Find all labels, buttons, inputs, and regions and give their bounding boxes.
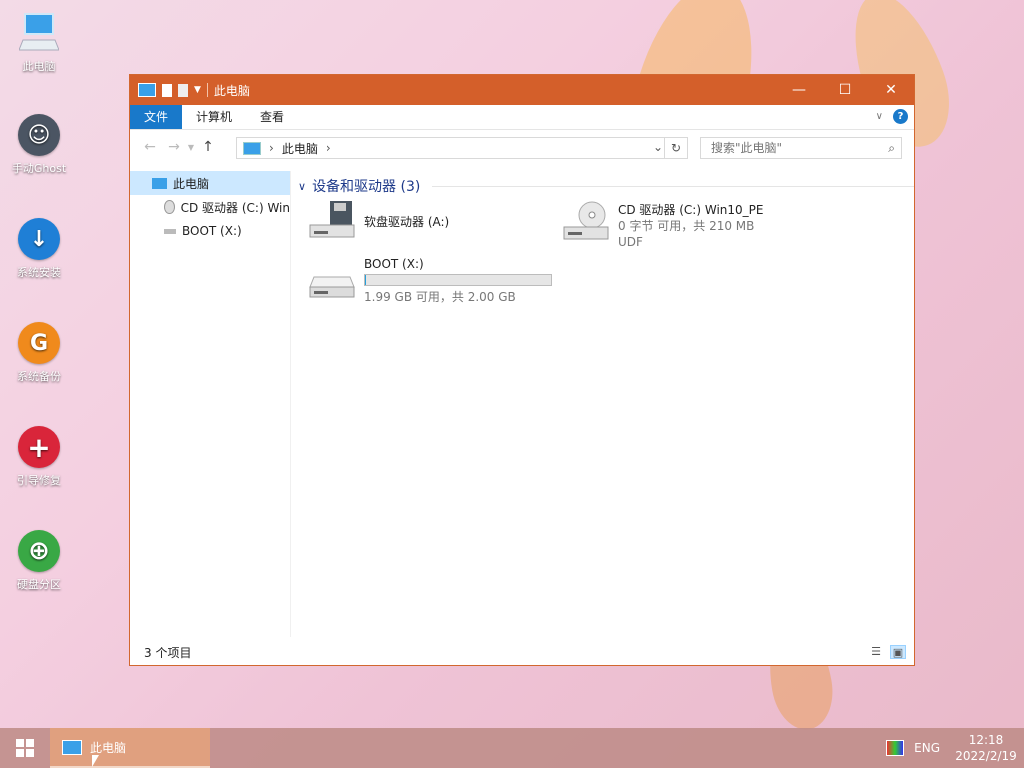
system-tray: ENG 12:18 2022/2/19 [886, 728, 1024, 768]
refresh-button[interactable]: ↻ [664, 138, 687, 158]
group-title: 设备和驱动器 (3) [312, 179, 421, 195]
help-icon[interactable]: ? [893, 109, 908, 124]
recent-locations-button[interactable]: ▼ [186, 143, 196, 152]
explorer-window: ▼ 此电脑 — ☐ ✕ 文件 计算机 查看 ∨ ? ← → ▼ ↑ › 此电脑 … [129, 74, 915, 666]
mouse-cursor-icon [92, 755, 99, 767]
close-button[interactable]: ✕ [868, 75, 914, 105]
windows-logo-icon [16, 739, 34, 757]
tab-computer[interactable]: 计算机 [182, 105, 246, 129]
maximize-button[interactable]: ☐ [822, 75, 868, 105]
cd-drive-icon [164, 200, 175, 214]
desktop-icon-system-backup[interactable]: G 系统备份 [6, 322, 72, 384]
drive-free-space: 1.99 GB 可用，共 2.00 GB [364, 290, 516, 304]
drive-free-space: 0 字节 可用，共 210 MB [618, 219, 755, 233]
desktop-icon-partition[interactable]: ⊕ 硬盘分区 [6, 530, 72, 592]
display-icon[interactable] [886, 740, 905, 756]
breadcrumb-separator-icon[interactable]: › [326, 141, 331, 155]
drive-floppy[interactable]: 软盘驱动器 (A:) [308, 201, 449, 244]
address-bar[interactable]: › 此电脑 › ⌄ ↻ [236, 137, 688, 159]
content-pane: ∨ 设备和驱动器 (3) 软盘驱动器 (A:) CD 驱动器 (C:) Win1… [296, 171, 914, 637]
search-box[interactable]: ⌕ [700, 137, 902, 159]
drive-name: CD 驱动器 (C:) Win10_PE [618, 203, 764, 217]
language-indicator[interactable]: ENG [914, 741, 940, 755]
desktop-icon-system-install[interactable]: ↓ 系统安装 [6, 218, 72, 280]
address-dropdown-icon[interactable]: ⌄ [653, 140, 663, 154]
desktop-icon-ghost[interactable]: ☺ 手动Ghost [6, 114, 72, 176]
nav-item-boot-drive[interactable]: BOOT (X:) [130, 219, 290, 243]
desktop-icon-label: 硬盘分区 [17, 578, 61, 591]
navigation-pane: 此电脑 CD 驱动器 (C:) Win BOOT (X:) [130, 171, 291, 637]
window-controls: — ☐ ✕ [776, 75, 914, 105]
clock-time: 12:18 [968, 733, 1004, 747]
nav-item-cd-drive[interactable]: CD 驱动器 (C:) Win [130, 195, 290, 219]
up-button[interactable]: ↑ [196, 139, 220, 155]
tab-file[interactable]: 文件 [130, 105, 183, 129]
tab-view[interactable]: 查看 [246, 105, 298, 129]
chevron-down-icon: ∨ [298, 179, 307, 193]
desktop-icon-label: 系统备份 [17, 370, 61, 383]
address-row: ← → ▼ ↑ › 此电脑 › ⌄ ↻ ⌕ [130, 130, 914, 164]
clock-date: 2022/2/19 [955, 749, 1017, 763]
clock[interactable]: 12:18 2022/2/19 [948, 732, 1024, 764]
cd-drive-icon [562, 201, 610, 250]
computer-icon [243, 141, 261, 155]
desktop-icon-label: 此电脑 [22, 60, 56, 73]
floppy-drive-icon [308, 201, 356, 244]
separator-icon [206, 83, 208, 97]
chevron-down-icon[interactable]: ▼ [194, 85, 201, 95]
properties-icon[interactable] [162, 83, 172, 97]
desktop-icon-label: 引导修复 [17, 474, 61, 487]
hard-drive-icon [164, 228, 176, 234]
window-title: 此电脑 [213, 83, 250, 98]
computer-icon [62, 739, 82, 755]
large-icons-view-icon[interactable]: ▣ [890, 645, 906, 659]
computer-icon [152, 177, 167, 189]
back-button[interactable]: ← [138, 139, 162, 155]
details-view-icon[interactable]: ☰ [868, 645, 884, 659]
drive-boot[interactable]: BOOT (X:) 1.99 GB 可用，共 2.00 GB [308, 257, 552, 305]
ghost-icon: ☺ [18, 114, 60, 156]
new-folder-icon[interactable] [178, 83, 188, 97]
download-arrow-icon: ↓ [18, 218, 60, 260]
forward-button[interactable]: → [162, 139, 186, 155]
plus-icon: + [18, 426, 60, 468]
nav-item-label: 此电脑 [173, 176, 210, 191]
breadcrumb-separator-icon[interactable]: › [269, 141, 274, 155]
desktop-icon-this-pc[interactable]: 此电脑 [6, 10, 72, 74]
search-input[interactable] [709, 140, 883, 156]
drive-usage-bar [364, 274, 552, 286]
title-bar[interactable]: ▼ 此电脑 — ☐ ✕ [130, 75, 914, 105]
drive-usage-fill [365, 275, 366, 285]
computer-icon [18, 10, 60, 54]
desktop-icon-label: 系统安装 [17, 266, 61, 279]
hard-drive-icon [308, 257, 356, 305]
taskbar-app-label: 此电脑 [90, 740, 127, 755]
drive-cd[interactable]: CD 驱动器 (C:) Win10_PE 0 字节 可用，共 210 MB UD… [562, 201, 763, 250]
quick-access-toolbar: ▼ [130, 83, 208, 97]
partition-icon: ⊕ [18, 530, 60, 572]
g-letter-icon: G [18, 322, 60, 364]
status-bar: 3 个项目 ☰ ▣ [130, 639, 914, 665]
nav-item-label: BOOT (X:) [182, 224, 242, 238]
expand-ribbon-icon[interactable]: ∨ [876, 111, 883, 122]
drive-name: 软盘驱动器 (A:) [364, 215, 450, 229]
minimize-button[interactable]: — [776, 75, 822, 105]
start-button[interactable] [0, 728, 50, 768]
computer-icon [138, 83, 156, 97]
search-icon[interactable]: ⌕ [888, 141, 895, 156]
taskbar: 此电脑 ENG 12:18 2022/2/19 [0, 728, 1024, 768]
nav-item-label: CD 驱动器 (C:) Win [180, 200, 290, 215]
desktop-icon-boot-repair[interactable]: + 引导修复 [6, 426, 72, 488]
taskbar-app-this-pc[interactable]: 此电脑 [50, 728, 210, 768]
ribbon-tabs: 文件 计算机 查看 ∨ ? [130, 105, 914, 130]
item-count: 3 个项目 [144, 645, 192, 660]
drive-name: BOOT (X:) [364, 257, 424, 271]
nav-item-this-pc[interactable]: 此电脑 [130, 171, 290, 195]
desktop-icon-label: 手动Ghost [11, 162, 67, 175]
breadcrumb-this-pc[interactable]: 此电脑 [282, 140, 318, 157]
group-header-devices[interactable]: ∨ 设备和驱动器 (3) [298, 175, 914, 197]
drive-filesystem: UDF [618, 235, 643, 249]
